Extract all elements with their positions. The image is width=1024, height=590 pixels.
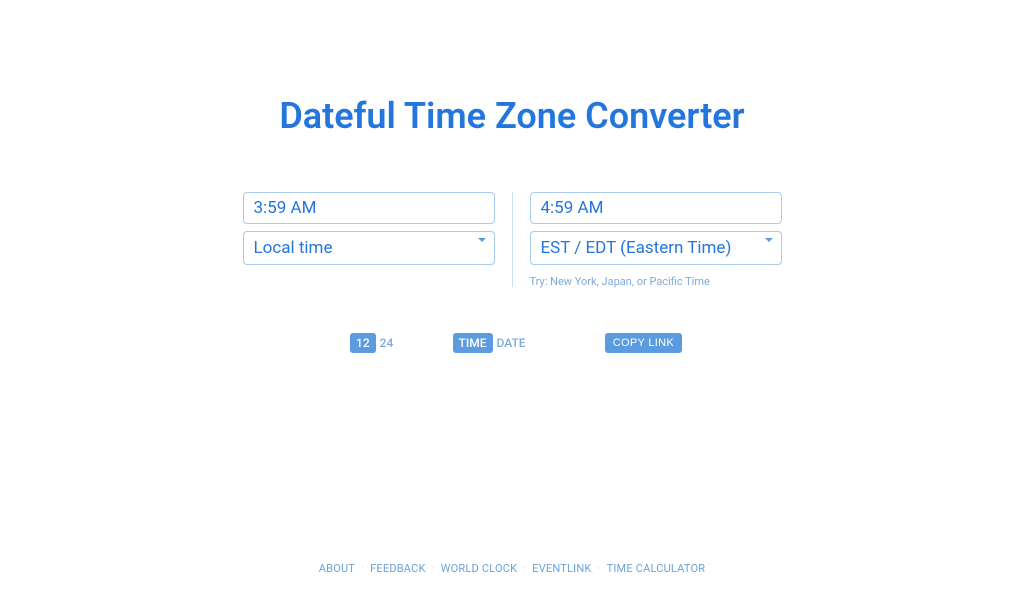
hint-link-japan[interactable]: Japan xyxy=(602,275,632,288)
date-toggle[interactable]: DATE xyxy=(493,333,530,353)
converter-row: Local time EST / EDT (Eastern Time) Try:… xyxy=(243,192,782,288)
footer-separator: · xyxy=(523,562,526,575)
right-time-input[interactable] xyxy=(530,192,782,224)
time-date-toggle: TIMEDATE xyxy=(453,333,530,353)
left-zone-select[interactable]: Local time xyxy=(243,231,495,265)
time-toggle[interactable]: TIME xyxy=(453,333,493,353)
hint-link-new-york[interactable]: New York xyxy=(550,275,597,288)
footer-link-time-calculator[interactable]: TIME CALCULATOR xyxy=(607,562,706,575)
footer-link-about[interactable]: ABOUT xyxy=(319,562,355,575)
copy-link-button[interactable]: COPY LINK xyxy=(605,333,682,353)
controls-row: 1224 TIMEDATE COPY LINK xyxy=(242,333,782,353)
footer-separator: · xyxy=(598,562,601,575)
footer-link-feedback[interactable]: FEEDBACK xyxy=(370,562,425,575)
hour-12-toggle[interactable]: 12 xyxy=(350,333,376,353)
chevron-down-icon xyxy=(765,238,773,242)
footer-separator: · xyxy=(361,562,364,575)
right-panel: EST / EDT (Eastern Time) Try: New York, … xyxy=(530,192,782,288)
try-hint: Try: New York, Japan, or Pacific Time xyxy=(530,275,782,288)
chevron-down-icon xyxy=(478,238,486,242)
footer: ABOUT · FEEDBACK · WORLD CLOCK · EVENTLINK · TIM… xyxy=(0,562,1024,575)
footer-separator: · xyxy=(432,562,435,575)
left-zone-label: Local time xyxy=(254,238,333,258)
hint-link-pacific[interactable]: Pacific Time xyxy=(649,275,709,288)
footer-link-world-clock[interactable]: WORLD CLOCK xyxy=(441,562,518,575)
page-title: Dateful Time Zone Converter xyxy=(279,95,744,137)
right-zone-select[interactable]: EST / EDT (Eastern Time) xyxy=(530,231,782,265)
hour-format-toggle: 1224 xyxy=(350,333,397,353)
footer-link-eventlink[interactable]: EVENTLINK xyxy=(532,562,591,575)
left-panel: Local time xyxy=(243,192,495,265)
right-zone-label: EST / EDT (Eastern Time) xyxy=(541,238,732,258)
vertical-divider xyxy=(512,192,513,287)
left-time-input[interactable] xyxy=(243,192,495,224)
try-hint-prefix: Try: xyxy=(530,275,551,288)
hour-24-toggle[interactable]: 24 xyxy=(376,333,398,353)
